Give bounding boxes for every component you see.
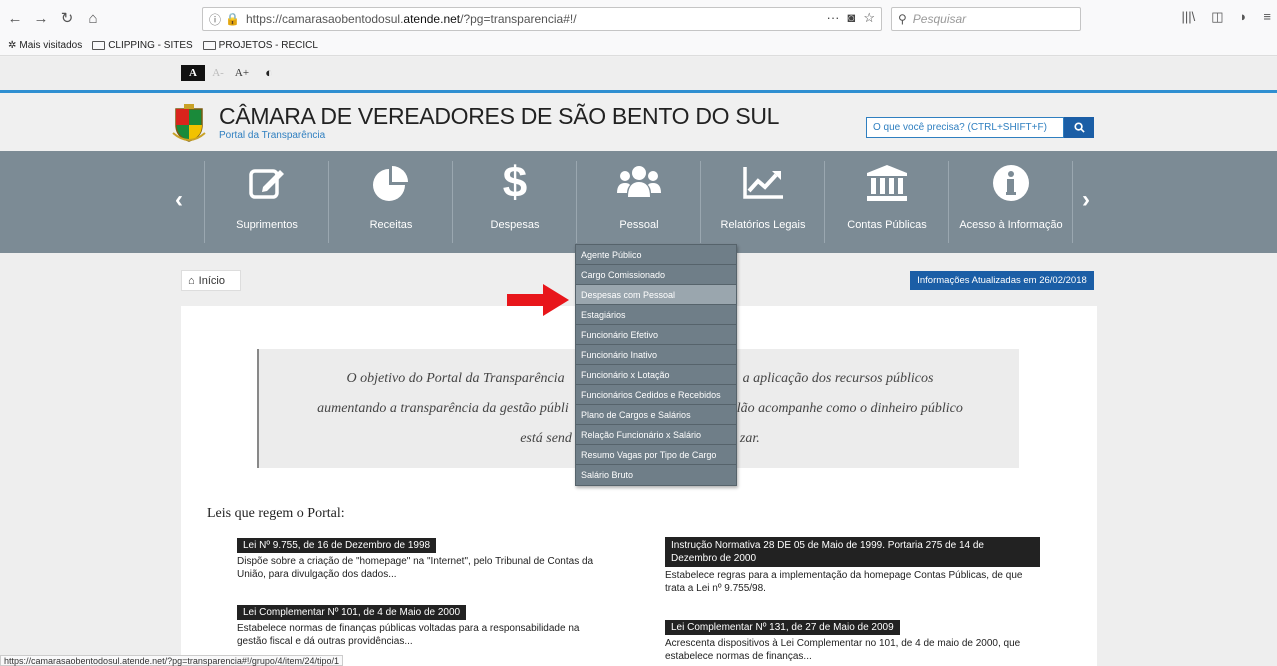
- home-icon[interactable]: ⌂: [82, 7, 104, 29]
- law-tag-link[interactable]: Lei Complementar Nº 131, de 27 de Maio d…: [665, 620, 900, 635]
- page-actions-icon[interactable]: ···: [826, 10, 839, 26]
- law-tag-link[interactable]: Lei Nº 9.755, de 16 de Dezembro de 1998: [237, 538, 437, 553]
- bookmark-most-visited[interactable]: ✲ Mais visitados: [8, 40, 82, 51]
- gear-icon: ✲: [8, 40, 17, 51]
- line-chart-icon: [743, 167, 783, 199]
- menu-item-contas-publicas[interactable]: Contas Públicas: [825, 159, 949, 245]
- dropdown-item-agente-publico[interactable]: Agente Público: [576, 245, 736, 265]
- folder-icon: [202, 41, 216, 50]
- menu-item-despesas[interactable]: $ Despesas: [453, 159, 577, 245]
- folder-icon: [92, 41, 106, 50]
- laws-section-title: Leis que regem o Portal:: [207, 506, 345, 521]
- bookmark-label: PROJETOS - RECICL: [218, 40, 318, 51]
- dropdown-item-resumo-vagas[interactable]: Resumo Vagas por Tipo de Cargo: [576, 445, 736, 465]
- menu-item-acesso-informacao[interactable]: Acesso à Informação: [949, 159, 1073, 245]
- lock-icon[interactable]: 🔒: [225, 12, 240, 26]
- reload-icon[interactable]: ↻: [56, 7, 78, 29]
- site-subtitle[interactable]: Portal da Transparência: [219, 130, 325, 141]
- bookmark-label: Mais visitados: [19, 40, 83, 51]
- breadcrumb-label: Início: [198, 274, 225, 287]
- menu-item-label: Contas Públicas: [847, 219, 927, 231]
- back-arrow-icon[interactable]: ←: [4, 7, 26, 29]
- dropdown-item-cargo-comissionado[interactable]: Cargo Comissionado: [576, 265, 736, 285]
- pessoal-dropdown: Agente Público Cargo Comissionado Despes…: [575, 244, 737, 486]
- law-description: Acrescenta dispositivos à Lei Complement…: [665, 638, 1021, 662]
- dropdown-item-despesas-com-pessoal[interactable]: Despesas com Pessoal: [576, 285, 736, 305]
- status-bar-url: https://camarasaobentodosul.atende.net/?…: [0, 655, 343, 666]
- main-menu: ‹ › Suprimentos Receitas $ Despesas Pess…: [0, 151, 1277, 253]
- library-icon[interactable]: |||\: [1182, 9, 1196, 25]
- dropdown-item-salario-bruto[interactable]: Salário Bruto: [576, 465, 736, 485]
- bookmark-folder-clipping[interactable]: CLIPPING - SITES: [92, 40, 193, 51]
- dropdown-item-relacao-salario[interactable]: Relação Funcionário x Salário: [576, 425, 736, 445]
- info-icon: [993, 165, 1029, 201]
- browser-search-input[interactable]: ⚲ Pesquisar: [891, 7, 1081, 31]
- menu-item-receitas[interactable]: Receitas: [329, 159, 453, 245]
- edit-icon: [249, 169, 284, 199]
- dropdown-item-funcionario-inativo[interactable]: Funcionário Inativo: [576, 345, 736, 365]
- law-description: Dispõe sobre a criação de "homepage" na …: [237, 556, 594, 580]
- browser-search-placeholder: Pesquisar: [912, 12, 967, 26]
- info-icon[interactable]: ⓘ: [209, 11, 221, 28]
- law-tag-link[interactable]: Lei Complementar Nº 101, de 4 de Maio de…: [237, 605, 467, 620]
- site-header: CÂMARA DE VEREADORES DE SÃO BENTO DO SUL…: [0, 90, 1277, 151]
- law-description: Estabelece normas de finanças públicas v…: [237, 623, 580, 647]
- dropdown-item-cedidos-recebidos[interactable]: Funcionários Cedidos e Recebidos: [576, 385, 736, 405]
- menu-item-label: Receitas: [369, 219, 413, 231]
- red-arrow-annotation: [507, 284, 569, 316]
- url-host: atende.net: [403, 12, 461, 26]
- font-normal-button[interactable]: A: [181, 65, 205, 81]
- dropdown-item-funcionario-efetivo[interactable]: Funcionário Efetivo: [576, 325, 736, 345]
- bookmark-label: CLIPPING - SITES: [108, 40, 193, 51]
- hamburger-menu-icon[interactable]: ≡: [1263, 9, 1271, 25]
- dollar-icon: $: [502, 158, 528, 207]
- dropdown-item-estagiarios[interactable]: Estagiários: [576, 305, 736, 325]
- url-suffix: /?pg=transparencia#!/: [460, 12, 577, 26]
- sidebar-icon[interactable]: ◫: [1211, 9, 1223, 25]
- menu-item-label: Pessoal: [619, 219, 659, 231]
- menu-prev-arrow-icon[interactable]: ‹: [175, 186, 183, 214]
- breadcrumb[interactable]: ⌂ Início: [181, 270, 241, 291]
- url-prefix: https://camarasaobentodosul.: [245, 12, 404, 26]
- site-search-button[interactable]: [1064, 117, 1094, 138]
- bank-icon: [867, 165, 907, 201]
- menu-item-suprimentos[interactable]: Suprimentos: [205, 159, 329, 245]
- url-bar[interactable]: ⓘ 🔒 https://camarasaobentodosul. atende.n…: [202, 7, 882, 31]
- menu-item-relatorios-legais[interactable]: Relatórios Legais: [701, 159, 825, 245]
- menu-item-label: Acesso à Informação: [959, 219, 1063, 231]
- update-badge: Informações Atualizadas em 26/02/2018: [910, 271, 1094, 290]
- law-tag-link[interactable]: Instrução Normativa 28 DE 05 de Maio de …: [665, 537, 1040, 567]
- bookmark-folder-projetos[interactable]: PROJETOS - RECICL: [202, 40, 318, 51]
- font-increase-button[interactable]: A+: [231, 65, 253, 81]
- pie-chart-icon: [373, 166, 408, 201]
- shield-icon[interactable]: ◗: [1240, 9, 1248, 25]
- bookmarks-toolbar: ✲ Mais visitados CLIPPING - SITES PROJETO…: [0, 36, 1277, 56]
- users-icon: [617, 166, 661, 197]
- site-title[interactable]: CÂMARA DE VEREADORES DE SÃO BENTO DO SUL: [219, 103, 779, 130]
- site-search-input[interactable]: O que você precisa? (CTRL+SHIFT+F): [866, 117, 1064, 138]
- coat-of-arms-logo[interactable]: [172, 103, 206, 143]
- home-icon: ⌂: [188, 274, 195, 287]
- forward-arrow-icon[interactable]: →: [30, 7, 52, 29]
- pocket-icon[interactable]: ◙: [847, 10, 855, 26]
- search-icon: ⚲: [898, 12, 907, 26]
- search-icon: [1073, 122, 1085, 133]
- bookmark-star-icon[interactable]: ☆: [863, 10, 875, 26]
- accessibility-bar: A A- A+ ◐: [0, 57, 1277, 90]
- menu-item-label: Despesas: [490, 219, 540, 231]
- dropdown-item-funcionario-lotacao[interactable]: Funcionário x Lotação: [576, 365, 736, 385]
- dropdown-item-plano-cargos[interactable]: Plano de Cargos e Salários: [576, 405, 736, 425]
- law-description: Estabelece regras para a implementação d…: [665, 570, 1023, 594]
- contrast-icon[interactable]: ◐: [261, 65, 277, 81]
- menu-item-pessoal[interactable]: Pessoal: [577, 159, 701, 245]
- menu-item-label: Relatórios Legais: [720, 219, 806, 231]
- menu-item-label: Suprimentos: [236, 219, 298, 231]
- menu-next-arrow-icon[interactable]: ›: [1082, 186, 1090, 214]
- font-decrease-button[interactable]: A-: [210, 65, 226, 81]
